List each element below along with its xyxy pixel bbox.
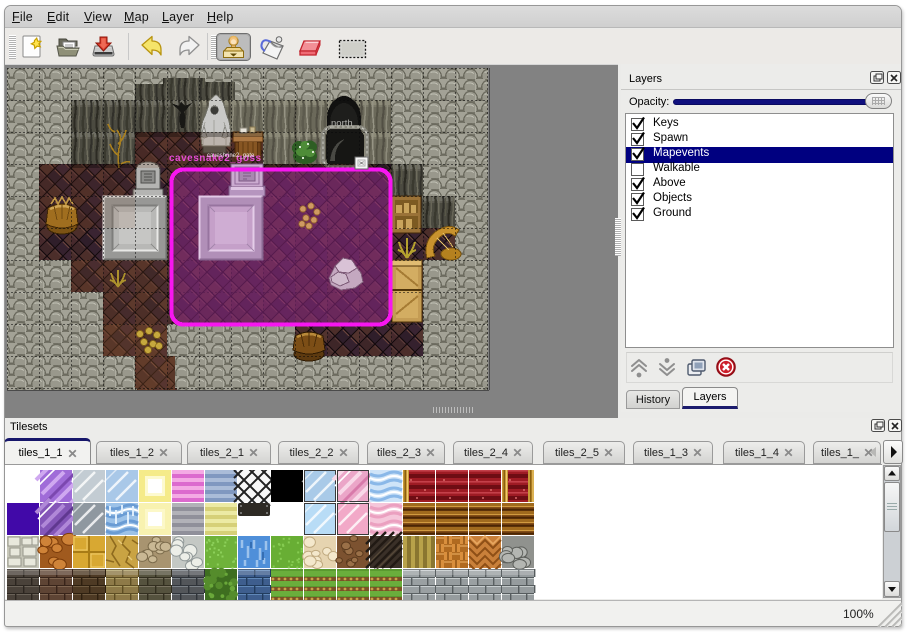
svg-text:caveshrine2_gate: caveshrine2_gate: [207, 153, 255, 159]
svg-text:north: north: [331, 118, 353, 129]
